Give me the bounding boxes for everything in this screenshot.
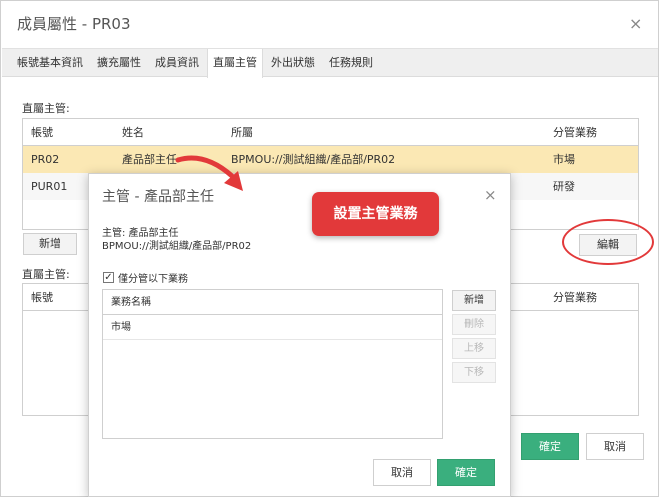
annotation-highlight-ellipse	[562, 219, 654, 265]
annotation-arrow	[175, 155, 243, 191]
annotation-callout: 設置主管業務	[312, 192, 439, 236]
